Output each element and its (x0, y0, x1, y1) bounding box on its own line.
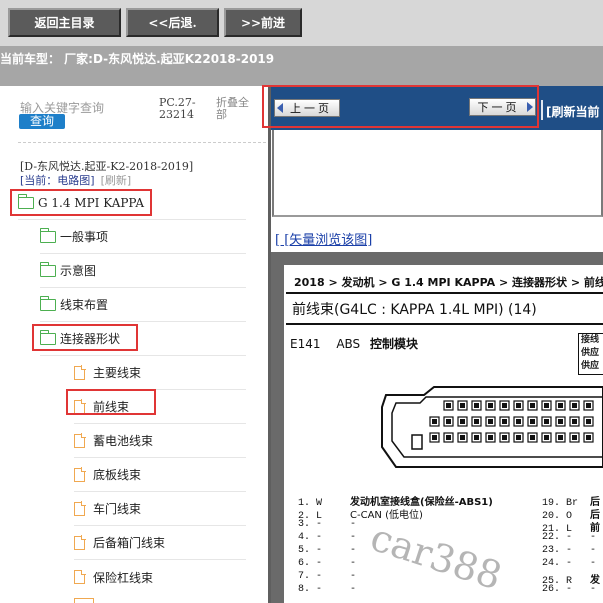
legend-item: 供应 (581, 348, 600, 358)
document-icon (74, 569, 86, 584)
tree-item-label: 主要线束 (93, 366, 142, 380)
current-car-label: 当前车型： 厂家:D-东风悦达.起亚K22018-2019 (0, 52, 275, 66)
connector-header: E141 ABS 控制模块 (290, 335, 418, 352)
pin-row: 4. -- (298, 532, 357, 543)
legend-box: 接线 供应 供应 (578, 333, 603, 375)
tree-item-label: 车门线束 (93, 502, 142, 516)
pin-row: 26. -- (542, 584, 597, 595)
connector-diagram (381, 386, 603, 468)
back-to-home-button[interactable]: 返回主目录 (8, 8, 121, 37)
diagram-title: 前线束(G4LC : KAPPA 1.4L MPI) (14) (292, 302, 537, 318)
pin-row: 22. -- (542, 532, 597, 543)
pin-row: 2. L C-CAN (低电位) (298, 510, 423, 522)
highlight-box (10, 189, 152, 216)
pin-row: 7. -- (298, 571, 357, 582)
watermark: car388 (365, 515, 508, 599)
pin-row: 20. O后 (542, 510, 600, 522)
pin-row: 25. R发 (542, 575, 600, 587)
connector-code: E141 (290, 337, 321, 351)
pin-row: 19. Br 后 (542, 497, 600, 509)
folder-icon (39, 295, 56, 311)
collapse-all-link[interactable]: 折叠全部 (216, 97, 256, 121)
tree-item-schematic[interactable]: 示意图 (39, 254, 246, 288)
current-car-bar: 当前车型： 厂家:D-东风悦达.起亚K22018-2019 (0, 46, 603, 86)
pin-row: 8. -- (298, 584, 357, 595)
divider (286, 323, 603, 325)
document-icon (74, 501, 86, 516)
pin-row: 24. -- (542, 558, 597, 569)
tree-item-door-harness[interactable]: 车门线束 (74, 492, 246, 526)
tree-item-label: 一般事项 (60, 230, 109, 244)
connector-name: 控制模块 (370, 337, 419, 351)
vector-view-link[interactable]: [ [矢量浏览该图] (275, 229, 372, 248)
pc-code: PC.27-23214 (159, 96, 196, 121)
pin-row: 5. -- (298, 545, 357, 556)
folder-icon (39, 227, 56, 243)
top-toolbar: 返回主目录 <<后退. >>前进 (0, 0, 603, 46)
divider (286, 292, 603, 294)
tree-item-label: 线束布置 (60, 298, 109, 312)
divider (541, 100, 543, 120)
diagram-breadcrumb: 2018 > 发动机 > G 1.4 MPI KAPPA > 连接器形状 > 前… (294, 276, 603, 289)
document-icon (74, 433, 86, 448)
pin-row: 21. L前 (542, 523, 600, 535)
tree-item-tailgate-harness[interactable]: 后备箱门线束 (74, 526, 246, 560)
pin-row: 23. -- (542, 545, 597, 556)
tree-item-label: 后备箱门线束 (93, 536, 166, 550)
tree-item-main-harness[interactable]: 主要线束 (74, 356, 246, 390)
tree-item-bumper-harness[interactable]: 保险杠线束 (74, 560, 246, 594)
tree-item-battery-harness[interactable]: 蓄电池线束 (74, 424, 246, 458)
search-button[interactable]: 查询 (19, 114, 65, 129)
highlight-box (32, 324, 138, 351)
document-icon (74, 467, 86, 482)
connector-type: ABS (336, 337, 361, 351)
back-button[interactable]: <<后退. (126, 8, 219, 37)
forward-button[interactable]: >>前进 (224, 8, 302, 37)
diagram-page: 2018 > 发动机 > G 1.4 MPI KAPPA > 连接器形状 > 前… (284, 265, 603, 603)
document-icon (74, 598, 94, 603)
tree-item-label: 底板线束 (93, 468, 142, 482)
divider (18, 142, 266, 143)
tree-item-floor-harness[interactable]: 底板线束 (74, 458, 246, 492)
tree-item-general[interactable]: 一般事项 (39, 220, 246, 254)
document-icon (74, 365, 86, 380)
pin-row: 6. -- (298, 558, 357, 569)
tree-item-label: 保险杠线束 (93, 570, 154, 585)
folder-icon (39, 261, 56, 277)
legend-item: 供应 (581, 361, 600, 371)
highlight-box (66, 389, 156, 415)
tree-item-label: 蓄电池线束 (93, 434, 154, 448)
legend-item: 接线 (581, 335, 600, 345)
refresh-current-link[interactable]: [刷新当前 (546, 103, 600, 120)
tree-item-label: 示意图 (60, 264, 97, 278)
document-icon (74, 535, 86, 550)
tree-item-harness-layout[interactable]: 线束布置 (39, 288, 246, 322)
pin-row: 3. -- (298, 519, 357, 530)
highlight-box (262, 85, 539, 128)
page-frame (272, 130, 603, 217)
pin-row: 1. W 发动机室接线盒(保险丝-ABS1) (298, 497, 493, 509)
